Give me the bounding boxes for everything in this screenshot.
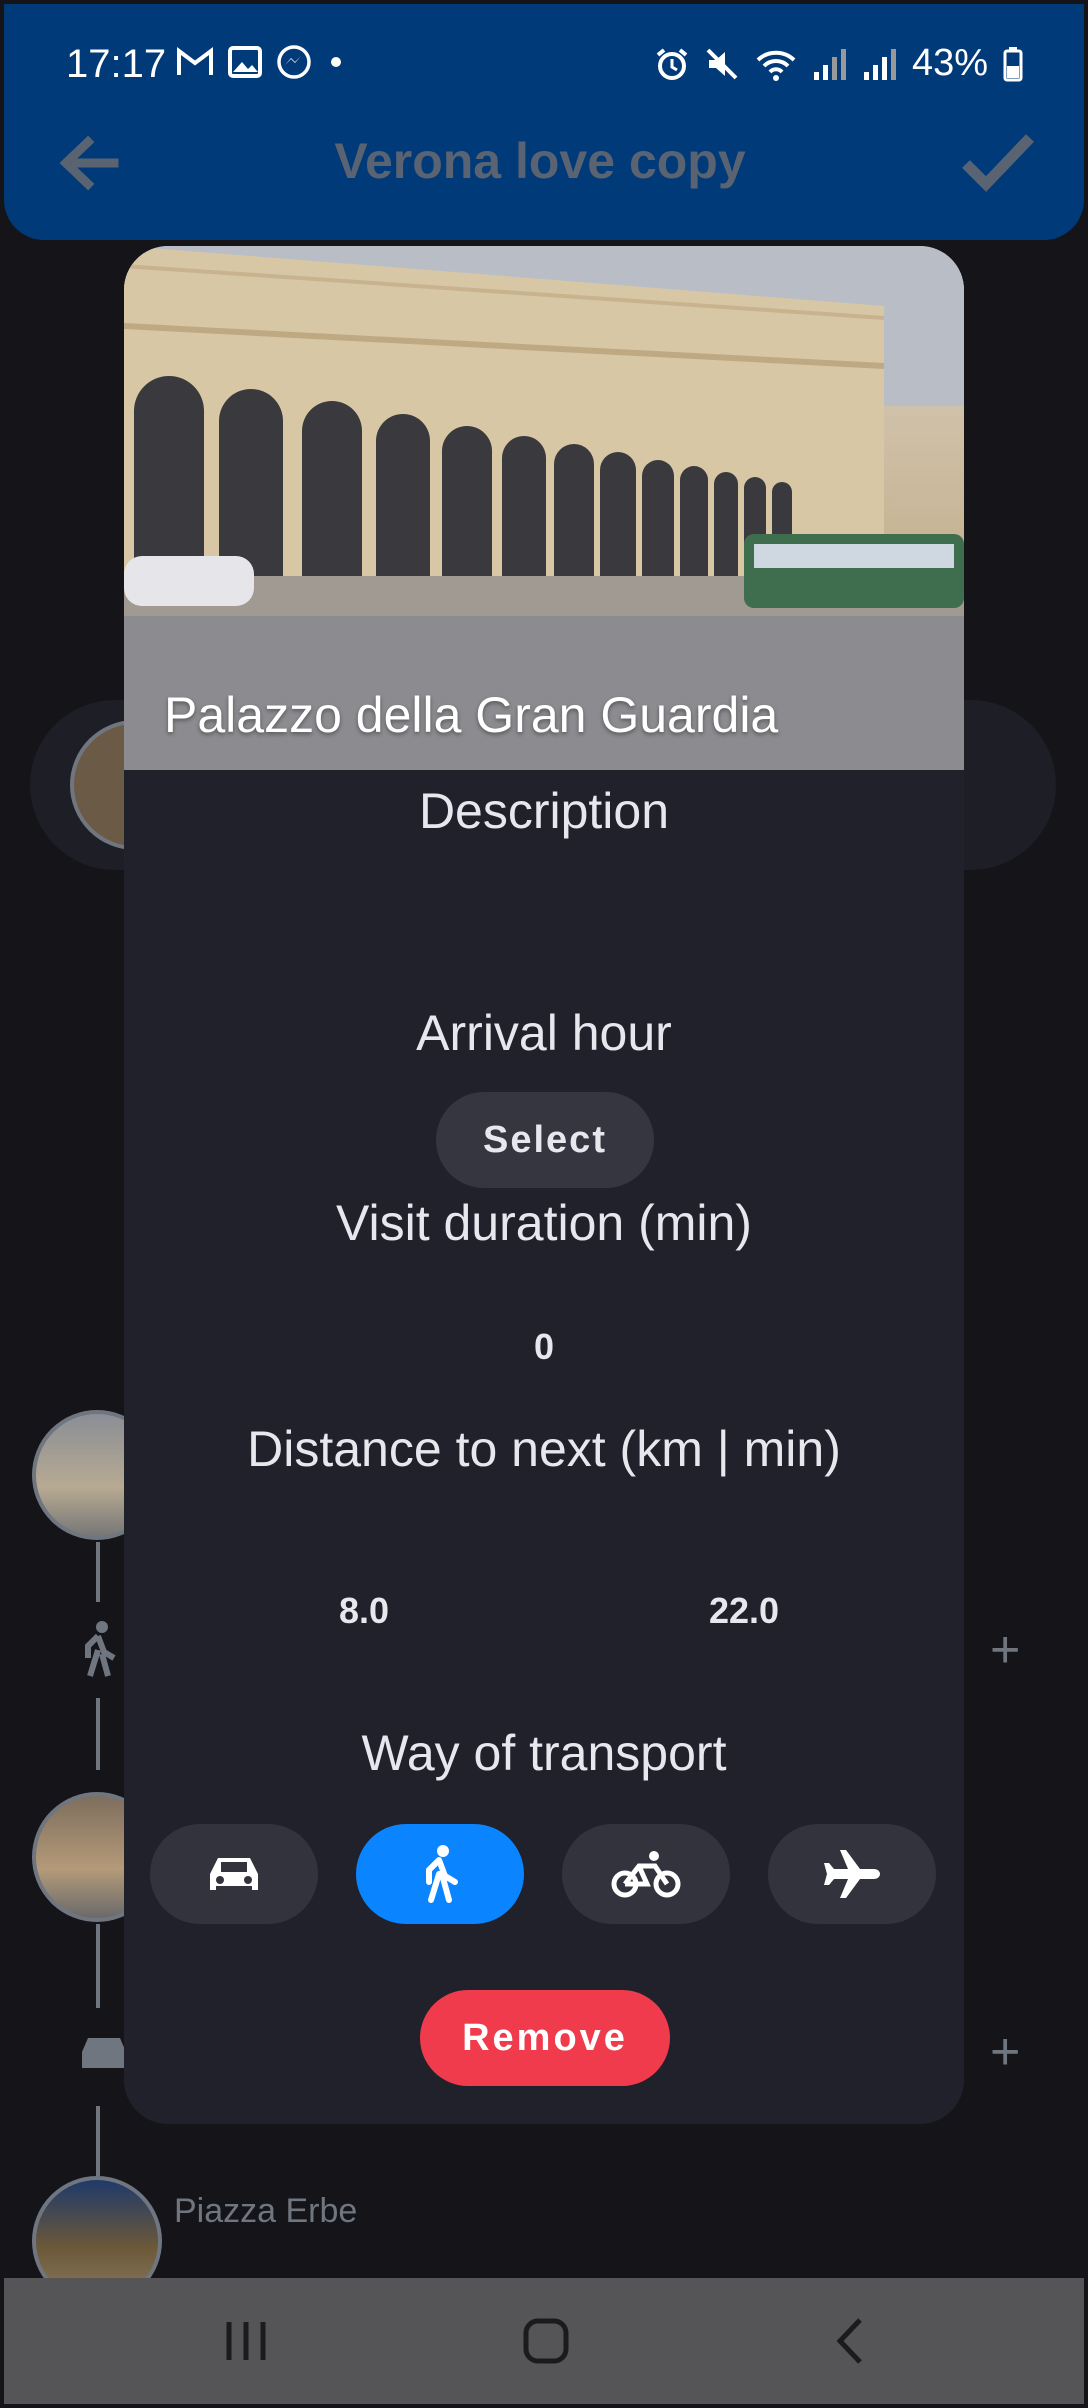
system-nav-bar [4,2278,1084,2404]
timeline-line [96,1698,100,1770]
arrival-hour-heading: Arrival hour [416,1005,672,1061]
select-arrival-button[interactable]: Select [436,1092,654,1188]
airplane-icon [824,1850,880,1898]
transport-heading: Way of transport [361,1725,727,1781]
bicycle-icon [611,1851,681,1898]
add-stop-button[interactable]: + [990,2022,1020,2082]
timeline-line [96,1542,100,1602]
distance-min-input[interactable]: 22.0 [654,1590,834,1632]
transport-flight-button[interactable] [768,1824,936,1924]
battery-icon [1003,46,1023,81]
back-nav-icon [836,2318,862,2364]
walking-icon [85,1621,116,1677]
transport-bike-button[interactable] [562,1824,730,1924]
visit-duration-input[interactable]: 0 [444,1326,644,1368]
check-icon [962,134,1034,192]
status-right-icons: 43% [654,42,1024,85]
distance-km-input[interactable]: 8.0 [274,1590,454,1632]
walking-icon [426,1845,458,1903]
gmail-icon [177,47,213,75]
car-icon [210,1858,258,1890]
page-title: Verona love copy [334,133,746,189]
transport-car-button[interactable] [150,1824,318,1924]
recent-apps-icon [226,2322,266,2360]
status-left-icons [176,44,346,80]
battery-level: 43% [911,42,988,84]
description-heading: Description [418,783,670,839]
back-button[interactable] [54,128,124,198]
place-name[interactable]: Piazza Erbe [174,2192,357,2231]
arrow-back-icon [59,135,119,191]
place-title: Palazzo della Gran Guardia [164,687,779,743]
alarm-icon [656,47,688,80]
recent-apps-button[interactable] [206,2308,286,2374]
messenger-icon [277,45,311,79]
place-details-dialog: Palazzo della Gran Guardia Description A… [124,246,964,2124]
visit-duration-heading: Visit duration (min) [336,1195,752,1251]
back-nav-button[interactable] [810,2308,890,2374]
place-photo: Palazzo della Gran Guardia [124,246,964,770]
add-stop-button[interactable]: + [990,1620,1020,1680]
signal-icon [813,48,846,80]
home-button[interactable] [506,2308,586,2374]
transport-walk-button[interactable] [356,1824,524,1924]
gallery-icon [228,46,262,78]
distance-heading: Distance to next (km | min) [247,1421,841,1477]
save-button[interactable] [958,128,1038,198]
mute-icon [706,48,738,79]
dot-icon [331,57,341,67]
status-time: 17:17 [66,42,167,86]
timeline-line [96,1924,100,2008]
signal-icon [863,48,896,80]
timeline-line [96,2106,100,2176]
wifi-icon [756,50,796,81]
status-bar: 17:17 43% [0,0,1080,130]
home-icon [523,2318,569,2364]
remove-button[interactable]: Remove [420,1990,670,2086]
